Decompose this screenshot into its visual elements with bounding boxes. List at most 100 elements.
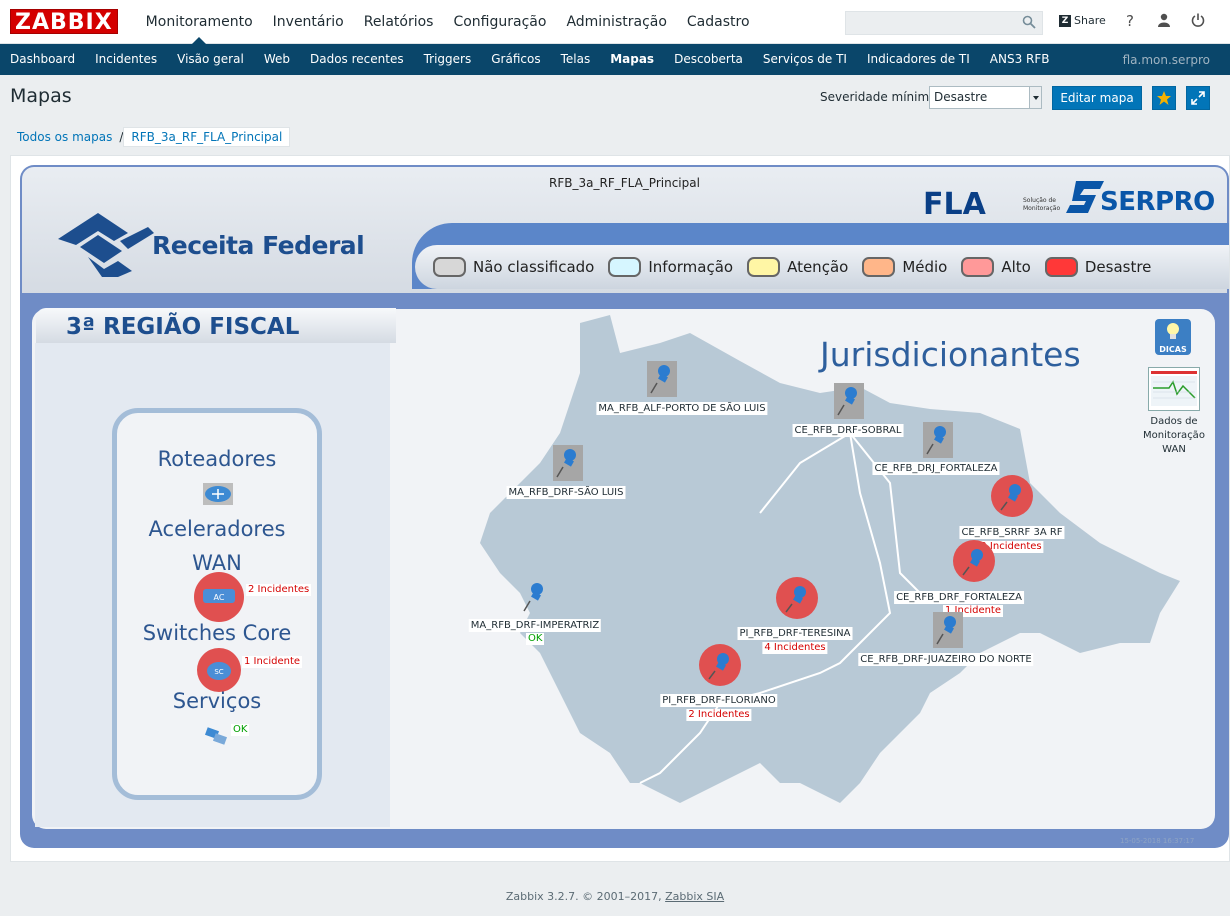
- user-icon[interactable]: [1156, 13, 1172, 29]
- lightbulb-icon: [1167, 323, 1179, 339]
- breadcrumb: Todos os mapas / RFB_3a_RF_FLA_Principal: [10, 127, 291, 147]
- host-pin-icon[interactable]: [834, 383, 864, 422]
- legend-item: Desastre: [1044, 257, 1152, 277]
- services-icon[interactable]: [204, 725, 230, 750]
- chart-thumbnail-icon: [1151, 371, 1197, 406]
- chevron-down-icon[interactable]: [1029, 87, 1041, 108]
- category-aceleradores: Aceleradores: [148, 517, 286, 541]
- host-pin-icon[interactable]: [933, 612, 963, 651]
- legend-item: Atenção: [747, 257, 848, 277]
- host-label[interactable]: CE_RFB_DRF-SOBRAL: [792, 424, 904, 437]
- server-name: fla.mon.serpro: [1122, 52, 1210, 67]
- host-label[interactable]: CE_RFB_SRRF 3A RF: [959, 526, 1065, 539]
- legend-swatch: [862, 257, 896, 277]
- legend-swatch: [1044, 257, 1078, 277]
- accelerator-icon[interactable]: AC: [193, 571, 245, 626]
- host-alert-icon[interactable]: [698, 643, 742, 690]
- nav-cadastro[interactable]: Cadastro: [677, 0, 760, 44]
- power-icon[interactable]: [1190, 13, 1206, 29]
- fla-logo: FLA: [923, 187, 986, 222]
- host-label[interactable]: MA_RFB_DRF-SÃO LUIS: [506, 486, 626, 499]
- host-label[interactable]: CE_RFB_DRJ_FORTALEZA: [872, 462, 1000, 475]
- legend-label: Não classificado: [473, 258, 595, 276]
- star-icon: [1157, 91, 1171, 105]
- fullscreen-icon: [1191, 91, 1205, 105]
- subnav-web[interactable]: Web: [254, 44, 300, 75]
- host-pin-icon[interactable]: [520, 579, 550, 618]
- subnav-indicadores-ti[interactable]: Indicadores de TI: [857, 44, 980, 75]
- host-incident-count[interactable]: 2 Incidentes: [686, 709, 752, 721]
- region-title: 3ª REGIÃO FISCAL: [66, 314, 300, 340]
- top-bar: ZABBIX Monitoramento Inventário Relatóri…: [0, 0, 1230, 44]
- host-label[interactable]: PI_RFB_DRF-FLORIANO: [660, 694, 778, 707]
- host-pin-icon[interactable]: [553, 445, 583, 484]
- nav-monitoramento[interactable]: Monitoramento: [136, 0, 263, 44]
- legend-swatch: [961, 257, 995, 277]
- legend-swatch: [747, 257, 781, 277]
- share-icon: Z: [1059, 14, 1071, 27]
- subnav-graficos[interactable]: Gráficos: [481, 44, 550, 75]
- edit-map-button[interactable]: Editar mapa: [1052, 86, 1142, 110]
- router-icon[interactable]: [202, 482, 234, 509]
- breadcrumb-current-map[interactable]: RFB_3a_RF_FLA_Principal: [123, 127, 291, 147]
- subnav-mapas[interactable]: Mapas: [600, 44, 664, 75]
- help-icon[interactable]: ?: [1122, 13, 1138, 29]
- subnav-triggers[interactable]: Triggers: [414, 44, 482, 75]
- host-alert-icon[interactable]: [775, 576, 819, 623]
- subnav-servicos-ti[interactable]: Serviços de TI: [753, 44, 857, 75]
- switch-icon-label: SC: [214, 668, 223, 676]
- severity-legend: Não classificado Informação Atenção Médi…: [415, 245, 1229, 289]
- host-label[interactable]: PI_RFB_DRF-TERESINA: [737, 627, 853, 640]
- category-roteadores: Roteadores: [157, 447, 277, 471]
- search-input[interactable]: [845, 11, 1043, 35]
- legend-item: Não classificado: [433, 257, 594, 277]
- subnav-visao-geral[interactable]: Visão geral: [167, 44, 254, 75]
- severity-select[interactable]: Desastre: [929, 86, 1042, 109]
- wan-monitoring-thumbnail[interactable]: [1148, 367, 1200, 411]
- subnav-telas[interactable]: Telas: [551, 44, 601, 75]
- nav-configuracao[interactable]: Configuração: [443, 0, 556, 44]
- severity-value: Desastre: [934, 90, 988, 104]
- host-pin-icon[interactable]: [647, 361, 677, 400]
- footer-text: Zabbix 3.2.7. © 2001–2017,: [505, 890, 662, 903]
- nav-relatorios[interactable]: Relatórios: [354, 0, 444, 44]
- host-label[interactable]: MA_RFB_ALF-PORTO DE SÃO LUIS: [596, 402, 768, 415]
- severity-label: Severidade mínima: [820, 90, 937, 104]
- wan-monitoring-label[interactable]: Dados de Monitoração WAN: [1138, 415, 1210, 457]
- legend-item: Médio: [862, 257, 947, 277]
- nav-inventario[interactable]: Inventário: [263, 0, 354, 44]
- sub-nav: Dashboard Incidentes Visão geral Web Dad…: [0, 44, 1230, 75]
- switches-incident-count[interactable]: 1 Incidente: [242, 656, 303, 668]
- host-incident-count[interactable]: 4 Incidentes: [762, 642, 828, 654]
- dicas-label: DICAS: [1159, 345, 1187, 354]
- legend-swatch: [608, 257, 642, 277]
- host-pin-icon[interactable]: [923, 422, 953, 461]
- host-alert-icon[interactable]: [952, 539, 996, 586]
- subnav-dados-recentes[interactable]: Dados recentes: [300, 44, 414, 75]
- host-status-ok[interactable]: OK: [526, 633, 545, 645]
- zabbix-logo[interactable]: ZABBIX: [10, 9, 118, 35]
- share-button[interactable]: Z Share: [1059, 14, 1106, 27]
- subnav-ans3-rfb[interactable]: ANS3 RFB: [980, 44, 1060, 75]
- subnav-incidentes[interactable]: Incidentes: [85, 44, 167, 75]
- legend-item: Informação: [608, 257, 733, 277]
- favourite-button[interactable]: [1152, 86, 1176, 110]
- dicas-button[interactable]: DICAS: [1155, 319, 1191, 355]
- subnav-descoberta[interactable]: Descoberta: [664, 44, 753, 75]
- search-icon[interactable]: [1022, 15, 1036, 29]
- host-label[interactable]: MA_RFB_DRF-IMPERATRIZ: [468, 619, 602, 632]
- legend-label: Desastre: [1084, 258, 1152, 276]
- subnav-dashboard[interactable]: Dashboard: [0, 44, 85, 75]
- breadcrumb-all-maps[interactable]: Todos os mapas: [10, 128, 119, 146]
- host-alert-icon[interactable]: [990, 474, 1034, 521]
- nav-administracao[interactable]: Administração: [556, 0, 676, 44]
- fullscreen-button[interactable]: [1186, 86, 1210, 110]
- footer-link[interactable]: Zabbix SIA: [665, 890, 724, 903]
- category-switches-core: Switches Core: [142, 621, 292, 645]
- host-label[interactable]: CE_RFB_DRF-JUAZEIRO DO NORTE: [858, 653, 1034, 666]
- host-label[interactable]: CE_RFB_DRF_FORTALEZA: [894, 591, 1024, 604]
- jurisdicionantes-title: Jurisdicionantes: [820, 335, 1081, 374]
- legend-item: Alto: [961, 257, 1031, 277]
- aceleradores-incident-count[interactable]: 2 Incidentes: [246, 584, 312, 596]
- servicos-status[interactable]: OK: [231, 724, 250, 736]
